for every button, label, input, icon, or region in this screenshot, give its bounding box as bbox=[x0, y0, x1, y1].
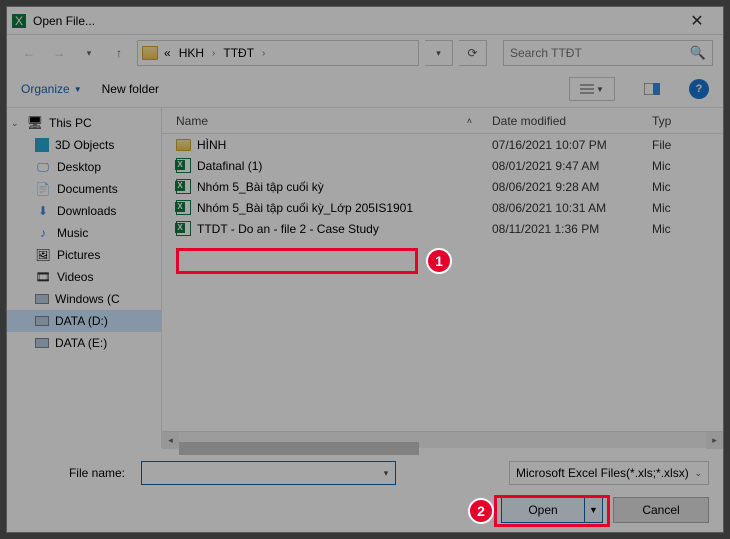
preview-pane-button[interactable] bbox=[635, 77, 669, 101]
new-folder-button[interactable]: New folder bbox=[102, 82, 159, 96]
tree-data-d[interactable]: DATA (D:) bbox=[7, 310, 161, 332]
file-row[interactable]: Datafinal (1)08/01/2021 9:47 AMMic bbox=[162, 155, 723, 176]
music-icon bbox=[35, 225, 51, 241]
up-button[interactable]: ↑ bbox=[107, 41, 131, 65]
address-bar[interactable]: « HKH › TTĐT › bbox=[137, 40, 419, 66]
videos-icon bbox=[35, 269, 51, 285]
chevron-down-icon: ⌄ bbox=[694, 468, 702, 479]
back-button[interactable]: ← bbox=[17, 41, 41, 65]
filename-label: File name: bbox=[21, 466, 131, 480]
excel-icon bbox=[176, 200, 191, 215]
chevron-right-icon[interactable]: › bbox=[260, 48, 267, 59]
chevron-down-icon: ▼ bbox=[596, 85, 604, 94]
title-bar: X Open File... ✕ bbox=[7, 7, 723, 35]
recent-dropdown-icon[interactable]: ▾ bbox=[77, 41, 101, 65]
tree-videos[interactable]: Videos bbox=[7, 266, 161, 288]
open-button[interactable]: Open bbox=[502, 498, 584, 522]
tree-3d-objects[interactable]: 3D Objects bbox=[7, 134, 161, 156]
pc-icon bbox=[27, 115, 43, 131]
scrollbar-thumb[interactable] bbox=[179, 442, 419, 455]
col-name[interactable]: Name˄ bbox=[162, 114, 492, 128]
folder-icon bbox=[142, 46, 158, 60]
downloads-icon bbox=[35, 203, 51, 219]
pictures-icon bbox=[35, 247, 51, 263]
tree-windows-c[interactable]: Windows (C bbox=[7, 288, 161, 310]
tree-documents[interactable]: Documents bbox=[7, 178, 161, 200]
tree-pictures[interactable]: Pictures bbox=[7, 244, 161, 266]
excel-icon bbox=[176, 179, 191, 194]
open-button-group: Open ▼ bbox=[501, 497, 603, 523]
cube-icon bbox=[35, 138, 49, 152]
excel-icon bbox=[176, 158, 191, 173]
scroll-left-icon[interactable]: ◂ bbox=[162, 432, 179, 449]
open-dropdown[interactable]: ▼ bbox=[584, 498, 602, 522]
horizontal-scrollbar[interactable]: ◂ ▸ bbox=[162, 431, 723, 448]
drive-icon bbox=[35, 338, 49, 348]
folder-icon bbox=[176, 139, 191, 151]
file-row[interactable]: Nhóm 5_Bài tập cuối kỳ_Lớp 205IS190108/0… bbox=[162, 197, 723, 218]
address-dropdown[interactable]: ▾ bbox=[425, 40, 453, 66]
view-options-button[interactable]: ▼ bbox=[569, 77, 615, 101]
filename-row: File name: ▾ Microsoft Excel Files(*.xls… bbox=[7, 458, 723, 488]
dialog-body: ⌄ This PC 3D Objects Desktop Documents D… bbox=[7, 107, 723, 448]
drive-icon bbox=[35, 294, 49, 304]
documents-icon bbox=[35, 181, 51, 197]
open-file-dialog: X Open File... ✕ ← → ▾ ↑ « HKH › TTĐT › … bbox=[6, 6, 724, 533]
close-button[interactable]: ✕ bbox=[675, 7, 719, 34]
file-type-filter[interactable]: Microsoft Excel Files(*.xls;*.xlsx) ⌄ bbox=[509, 461, 709, 485]
file-row[interactable]: Nhóm 5_Bài tập cuối kỳ08/06/2021 9:28 AM… bbox=[162, 176, 723, 197]
breadcrumb-prefix: « bbox=[162, 46, 173, 60]
help-button[interactable]: ? bbox=[689, 79, 709, 99]
chevron-down-icon: ▼ bbox=[74, 85, 82, 94]
window-title: Open File... bbox=[33, 14, 675, 28]
drive-icon bbox=[35, 316, 49, 326]
col-type[interactable]: Typ bbox=[652, 114, 723, 128]
excel-icon bbox=[176, 221, 191, 236]
chevron-down-icon[interactable]: ▾ bbox=[377, 468, 395, 479]
tree-music[interactable]: Music bbox=[7, 222, 161, 244]
scroll-right-icon[interactable]: ▸ bbox=[706, 432, 723, 449]
annotation-badge-1: 1 bbox=[426, 248, 452, 274]
breadcrumb-hkh[interactable]: HKH bbox=[177, 46, 206, 60]
annotation-badge-2: 2 bbox=[468, 498, 494, 524]
search-input[interactable]: Search TTĐT 🔍 bbox=[503, 40, 713, 66]
tree-this-pc[interactable]: ⌄ This PC bbox=[7, 112, 161, 134]
chevron-right-icon[interactable]: › bbox=[210, 48, 217, 59]
cancel-button[interactable]: Cancel bbox=[613, 497, 709, 523]
forward-button[interactable]: → bbox=[47, 41, 71, 65]
organize-button[interactable]: Organize ▼ bbox=[21, 82, 82, 96]
list-view-icon bbox=[580, 83, 594, 95]
expand-caret-icon[interactable]: ⌄ bbox=[11, 118, 21, 129]
tree-desktop[interactable]: Desktop bbox=[7, 156, 161, 178]
button-row: Open ▼ Cancel bbox=[7, 488, 723, 532]
refresh-button[interactable]: ⟳ bbox=[459, 40, 487, 66]
desktop-icon bbox=[35, 159, 51, 175]
column-headers: Name˄ Date modified Typ bbox=[162, 108, 723, 134]
breadcrumb-ttdt[interactable]: TTĐT bbox=[221, 46, 256, 60]
search-icon: 🔍 bbox=[690, 45, 706, 61]
svg-text:X: X bbox=[15, 14, 23, 28]
toolbar: Organize ▼ New folder ▼ ? bbox=[7, 71, 723, 107]
tree-data-e[interactable]: DATA (E:) bbox=[7, 332, 161, 354]
tree-downloads[interactable]: Downloads bbox=[7, 200, 161, 222]
col-date[interactable]: Date modified bbox=[492, 114, 652, 128]
preview-pane-icon bbox=[644, 83, 660, 95]
search-placeholder: Search TTĐT bbox=[510, 46, 582, 60]
file-row[interactable]: TTDT - Do an - file 2 - Case Study08/11/… bbox=[162, 218, 723, 239]
nav-row: ← → ▾ ↑ « HKH › TTĐT › ▾ ⟳ Search TTĐT 🔍 bbox=[7, 35, 723, 71]
filename-input[interactable]: ▾ bbox=[141, 461, 396, 485]
file-list-area: Name˄ Date modified Typ HÌNH07/16/2021 1… bbox=[162, 108, 723, 448]
sort-asc-icon: ˄ bbox=[467, 116, 472, 126]
app-icon: X bbox=[11, 13, 27, 29]
triangle-down-icon: ▼ bbox=[589, 505, 598, 515]
file-rows: HÌNH07/16/2021 10:07 PMFile Datafinal (1… bbox=[162, 134, 723, 431]
nav-tree: ⌄ This PC 3D Objects Desktop Documents D… bbox=[7, 108, 162, 448]
file-row[interactable]: HÌNH07/16/2021 10:07 PMFile bbox=[162, 134, 723, 155]
